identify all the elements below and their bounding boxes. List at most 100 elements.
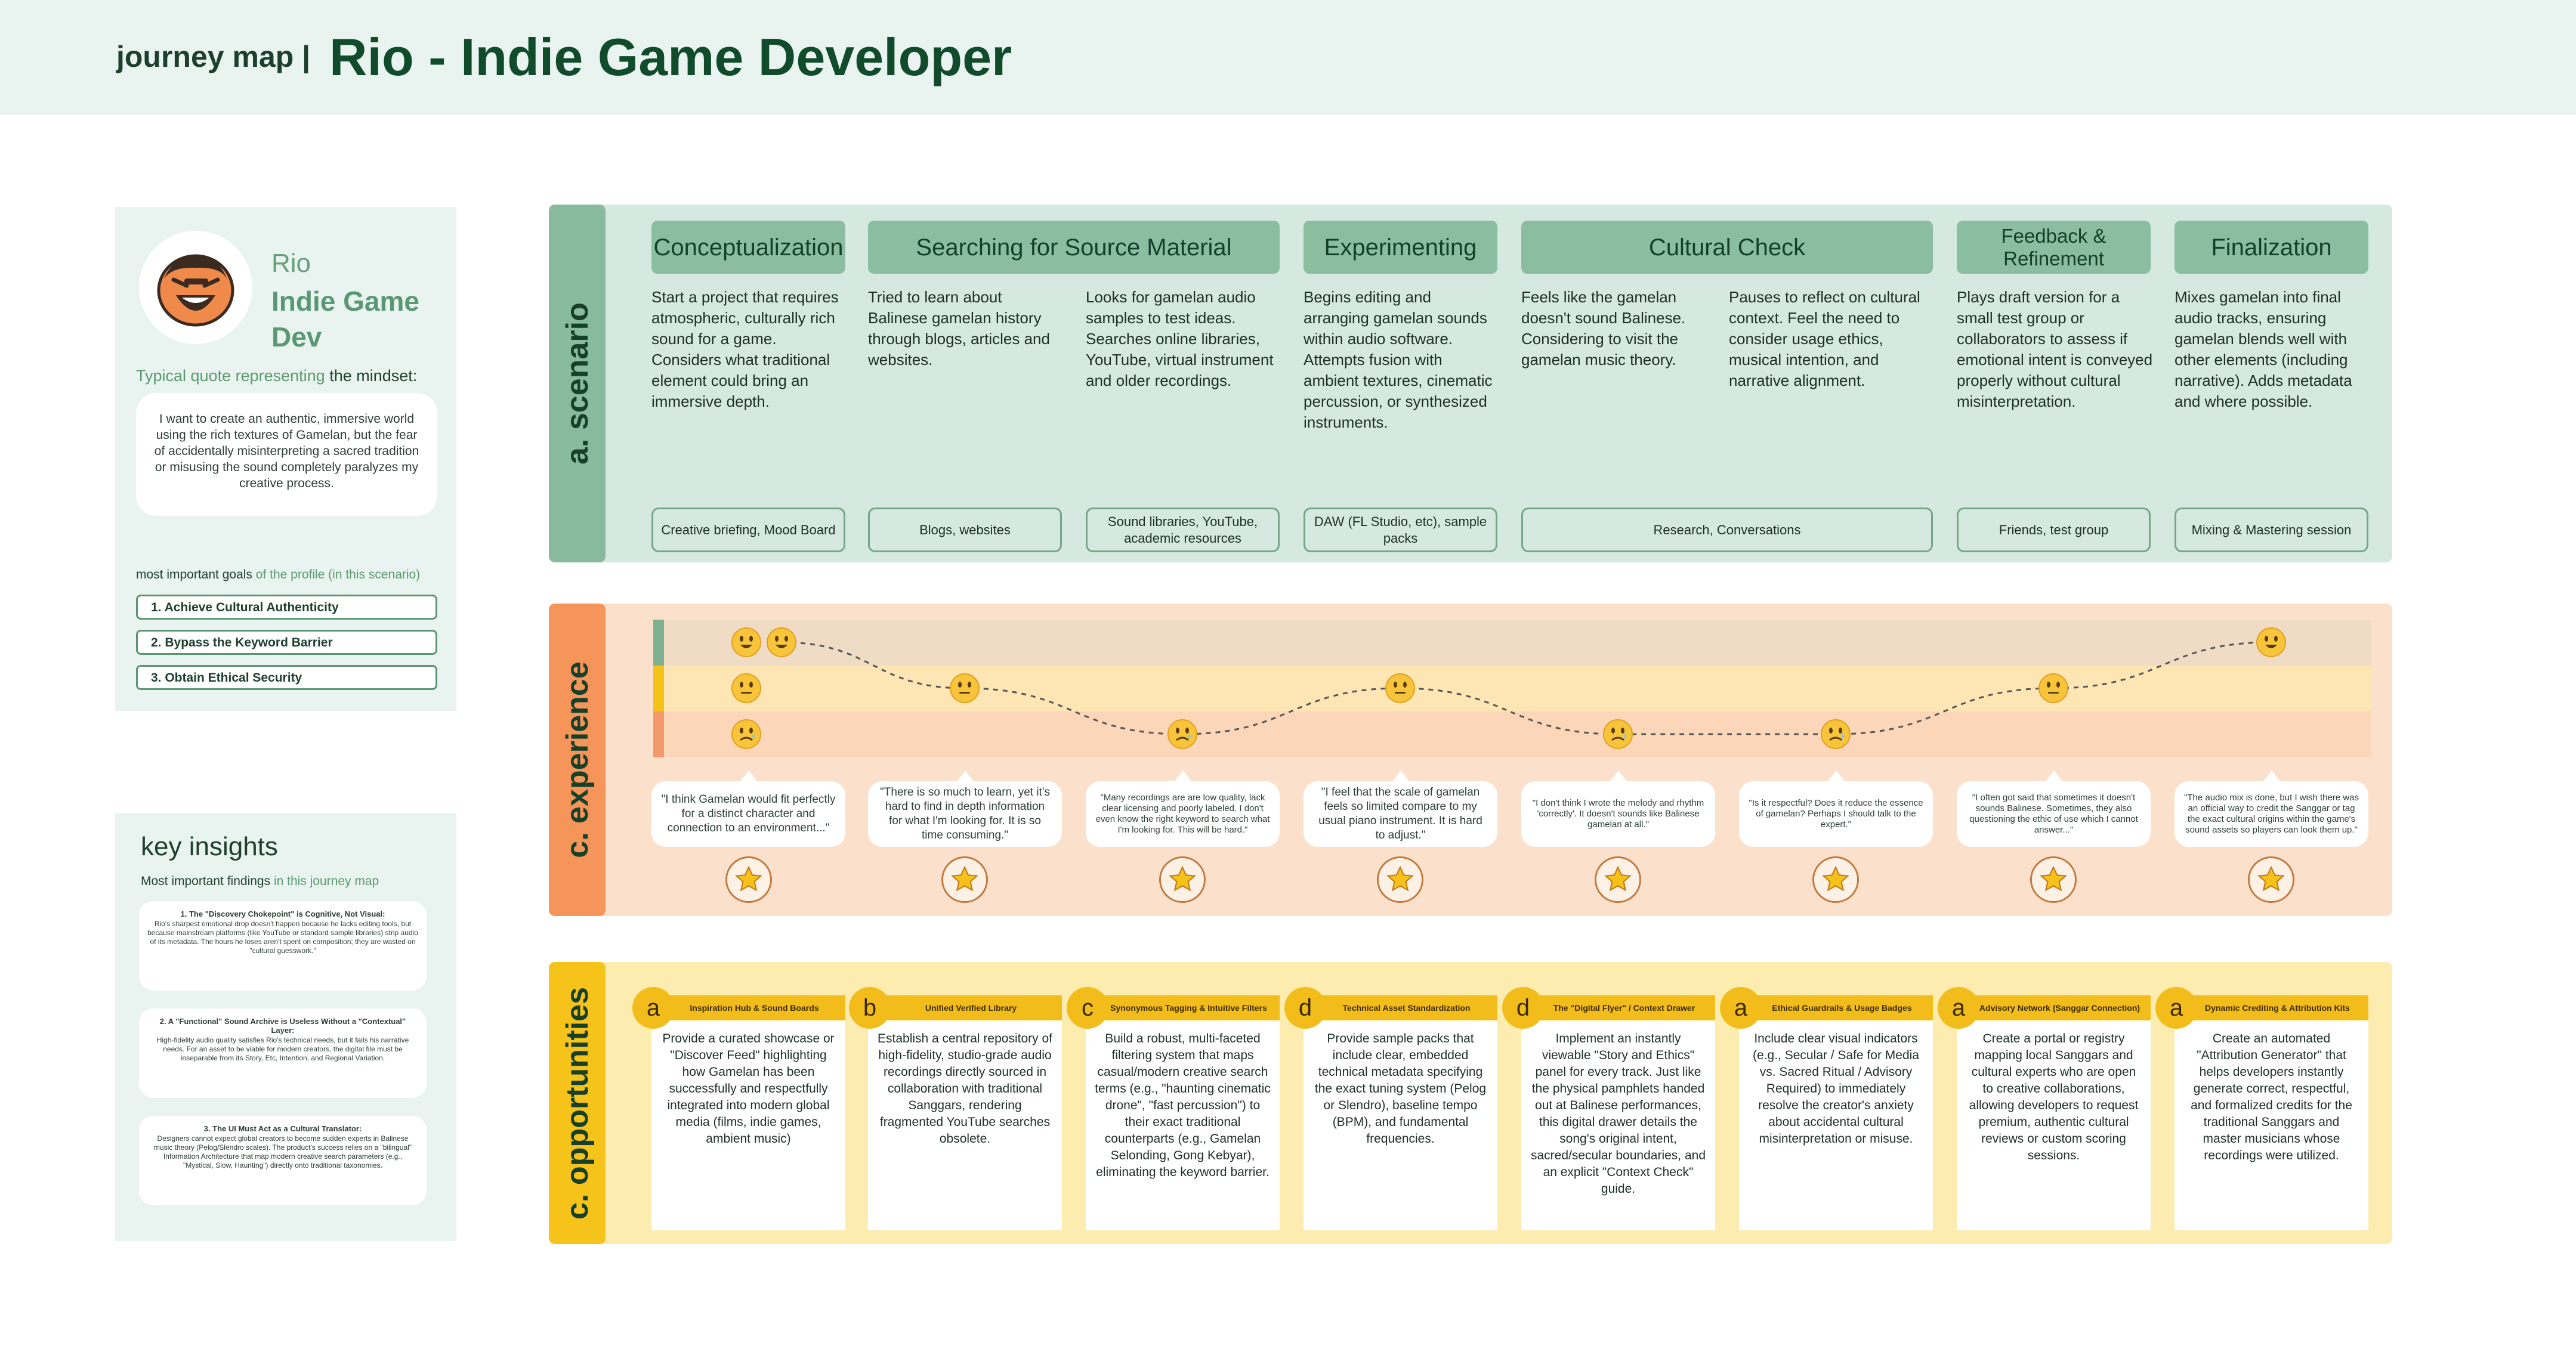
scenario-text: Mixes gamelan into final audio tracks, e… xyxy=(2175,288,2352,410)
opportunity-badge: d xyxy=(1284,987,1326,1029)
opportunity-badge: a xyxy=(1720,987,1762,1029)
tool-tag: Research, Conversations xyxy=(1521,508,1933,552)
star-rating-icon xyxy=(725,856,772,903)
tool-tag: Sound libraries, YouTube, academic resou… xyxy=(1086,508,1280,552)
insights-subtitle: Most important findings in this journey … xyxy=(141,874,379,889)
phase-header: Finalization xyxy=(2175,221,2368,274)
goals-intro-scope: of the profile (in this scenario) xyxy=(255,568,421,581)
persona-name: Rio xyxy=(271,249,311,278)
opportunities-section: c. opportunities Inspiration Hub & Sound… xyxy=(549,962,2392,1244)
happy-face-icon xyxy=(766,627,797,658)
tool-tag: DAW (FL Studio, etc), sample packs xyxy=(1304,508,1497,552)
insight-heading: 1. The "Discovery Chokepoint" is Cogniti… xyxy=(180,909,385,918)
insight-card: 1. The "Discovery Chokepoint" is Cogniti… xyxy=(139,901,427,991)
experience-curve xyxy=(781,641,2272,735)
journey-map-label: journey map | xyxy=(116,40,311,73)
goals-intro-text: most important goals xyxy=(136,568,252,581)
insight-heading: 3. The UI Must Act as a Cultural Transla… xyxy=(203,1124,362,1133)
happy-face-icon xyxy=(2256,627,2287,658)
opportunity-badge: a xyxy=(2155,987,2197,1029)
scenario-text: Looks for gamelan audio samples to test … xyxy=(1086,288,1274,389)
star-rating-icon xyxy=(941,856,988,903)
opportunity-badge: d xyxy=(1502,987,1544,1029)
sad-face-icon xyxy=(731,719,762,750)
happy-face-icon xyxy=(731,627,762,658)
opportunity-text: Include clear visual indicators (e.g., S… xyxy=(1753,1032,1919,1146)
scenario-tab: a. scenario xyxy=(549,205,606,562)
speech-bubble: "Many recordings are are low quality, la… xyxy=(1086,771,1280,847)
opportunity-text: Build a robust, multi-faceted filtering … xyxy=(1095,1032,1271,1179)
opportunities-tab: c. opportunities xyxy=(549,962,606,1244)
speech-bubble: "Is it respectful? Does it reduce the es… xyxy=(1739,771,1933,847)
insight-body: Rio's sharpest emotional drop doesn't ha… xyxy=(147,920,418,955)
speech-bubble: "I don't think I wrote the melody and rh… xyxy=(1521,771,1715,847)
opportunity-badge: c xyxy=(1067,987,1108,1029)
insights-title: key insights xyxy=(141,832,278,861)
quote-intro: Typical quote representing the mindset: xyxy=(136,367,417,385)
key-insights-panel: key insights Most important findings in … xyxy=(115,813,456,1241)
scenario-label: a. scenario xyxy=(560,302,595,465)
star-rating-icon xyxy=(1595,856,1641,903)
tool-tag: Mixing & Mastering session xyxy=(2175,508,2368,552)
neutral-face-icon xyxy=(1385,673,1416,704)
tool-tag: Friends, test group xyxy=(1957,508,2151,552)
opportunities-label: c. opportunities xyxy=(560,986,595,1220)
page-title: Rio - Indie Game Developer xyxy=(329,27,1012,86)
opportunity-text: Establish a central repository of high-f… xyxy=(878,1032,1052,1146)
insight-card: 3. The UI Must Act as a Cultural Transla… xyxy=(139,1116,427,1205)
scenario-text: Plays draft version for a small test gro… xyxy=(1957,288,2153,410)
laughing-face-icon xyxy=(157,254,234,327)
neutral-face-icon xyxy=(2038,673,2069,704)
scenario-text: Tried to learn about Balinese gamelan hi… xyxy=(868,288,1050,369)
insights-subtitle-scope: in this journey map xyxy=(273,874,379,888)
insight-card: 2. A "Functional" Sound Archive is Usele… xyxy=(139,1008,427,1098)
tool-tag: Creative briefing, Mood Board xyxy=(651,508,845,552)
opportunity-badge: a xyxy=(1938,987,1979,1029)
persona-role: Indie Game Dev xyxy=(271,286,419,352)
scenario-text: Begins editing and arranging gamelan sou… xyxy=(1304,288,1493,431)
quote-intro-mindset: the mindset: xyxy=(329,367,418,385)
insight-body: High-fidelity audio quality satisfies Ri… xyxy=(156,1036,409,1062)
tool-tag: Blogs, websites xyxy=(868,508,1062,552)
star-rating-icon xyxy=(1812,856,1859,903)
star-rating-icon xyxy=(2030,856,2077,903)
phase-header: Experimenting xyxy=(1304,221,1497,274)
goal-item: 3. Obtain Ethical Security xyxy=(136,665,437,690)
star-rating-icon xyxy=(1377,856,1423,903)
sad-face-icon xyxy=(1167,719,1198,750)
neutral-face-icon xyxy=(949,673,980,704)
star-rating-icon xyxy=(2248,856,2294,903)
neutral-face-icon xyxy=(731,673,762,704)
experience-section: c. experience "I think Gamelan would fit… xyxy=(549,604,2392,916)
phase-header: Cultural Check xyxy=(1521,221,1933,274)
scenario-section: a. scenario Conceptualization Searching … xyxy=(549,205,2392,562)
phase-header: Conceptualization xyxy=(651,221,845,274)
scenario-text: Pauses to reflect on cultural context. F… xyxy=(1729,288,1920,389)
opportunity-badge: b xyxy=(849,987,891,1029)
opportunity-text: Create an automated "Attribution Generat… xyxy=(2191,1032,2352,1162)
speech-bubble: "I often got said that sometimes it does… xyxy=(1957,771,2151,847)
insights-subtitle-text: Most important findings xyxy=(141,874,271,888)
opportunity-text: Create a portal or registry mapping loca… xyxy=(1969,1032,2139,1162)
opportunity-badge: a xyxy=(632,987,674,1029)
phase-header: Feedback & Refinement xyxy=(1957,221,2151,274)
scenario-text: Feels like the gamelan doesn't sound Bal… xyxy=(1521,288,1686,369)
speech-bubble: "I think Gamelan would fit perfectly for… xyxy=(651,771,845,847)
goals-intro: most important goals of the profile (in … xyxy=(136,568,420,582)
persona-panel: Rio Indie Game Dev Typical quote represe… xyxy=(115,207,456,711)
speech-bubble: "The audio mix is done, but I wish there… xyxy=(2175,771,2368,847)
insight-body: Designers cannot expect global creators … xyxy=(153,1134,412,1169)
scenario-text: Start a project that requires atmospheri… xyxy=(651,288,839,410)
sad-face-icon xyxy=(1820,719,1851,750)
opportunity-text: Provide sample packs that include clear,… xyxy=(1314,1032,1487,1146)
goal-item: 2. Bypass the Keyword Barrier xyxy=(136,630,437,655)
quote-intro-text: Typical quote representing xyxy=(136,367,325,385)
opportunity-text: Implement an instantly viewable "Story a… xyxy=(1530,1032,1706,1196)
opportunity-text: Provide a curated showcase or "Discover … xyxy=(662,1032,835,1146)
avatar xyxy=(139,231,252,344)
star-rating-icon xyxy=(1159,856,1206,903)
header-bar: journey map | Rio - Indie Game Developer xyxy=(0,0,2576,115)
sad-face-icon xyxy=(1602,719,1633,750)
speech-bubble: "There is so much to learn, yet it's har… xyxy=(868,771,1062,847)
insight-heading: 2. A "Functional" Sound Archive is Usele… xyxy=(159,1017,406,1035)
